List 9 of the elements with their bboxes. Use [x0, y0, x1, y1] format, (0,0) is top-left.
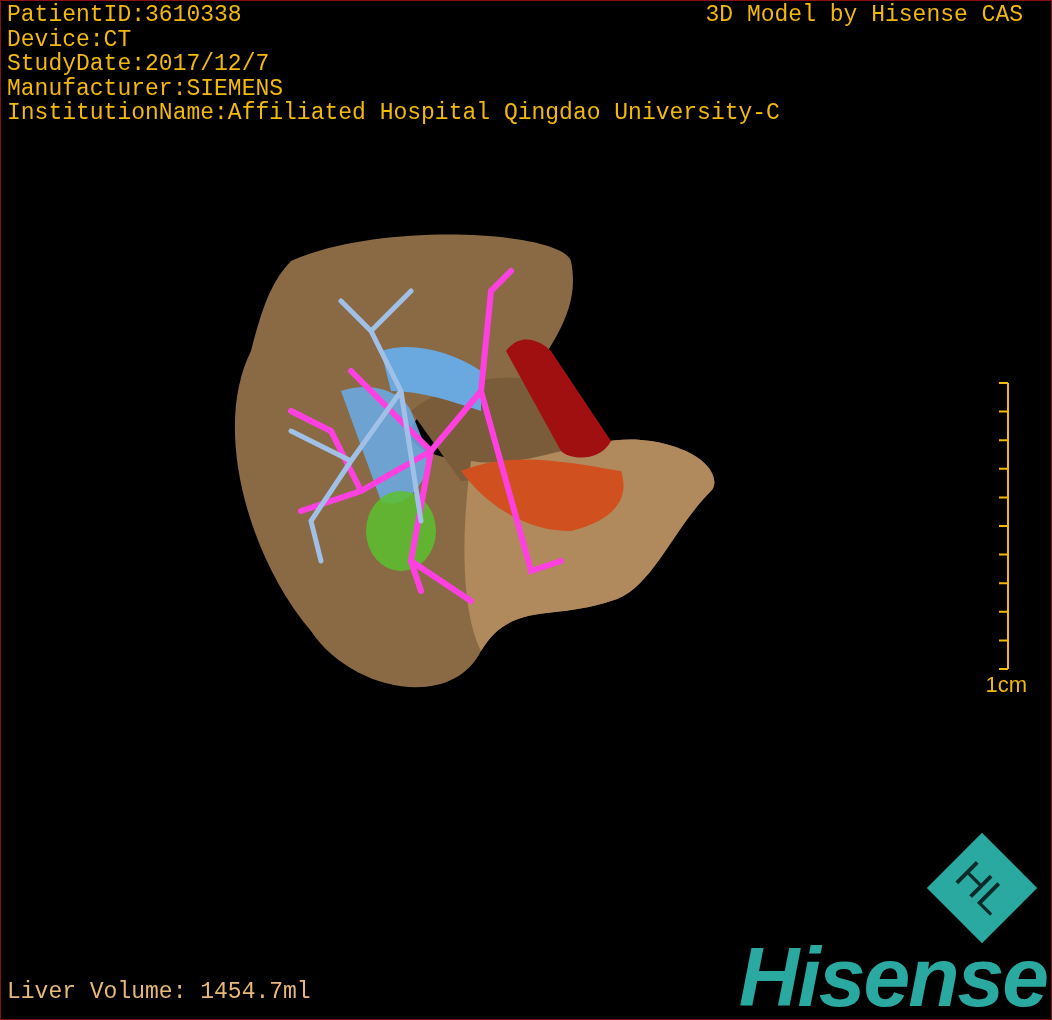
study-info-text: InstitutionName:Affiliated Hospital Qingdao University-C: [7, 101, 780, 126]
logo-badge: HL: [926, 832, 1038, 944]
study-info-text: Device:CT: [7, 27, 132, 52]
scale-label: 1cm: [985, 673, 1027, 697]
study-info-text: PatientID:3610338: [7, 3, 242, 28]
study-info-text: StudyDate:2017/12/7: [7, 52, 270, 77]
liver-volume-text: Liver Volume: 1454.7ml: [6, 979, 311, 1007]
credit-text: 3D Model by Hisense CAS: [705, 3, 1023, 28]
study-info-text: Manufacturer:SIEMENS: [7, 76, 284, 101]
